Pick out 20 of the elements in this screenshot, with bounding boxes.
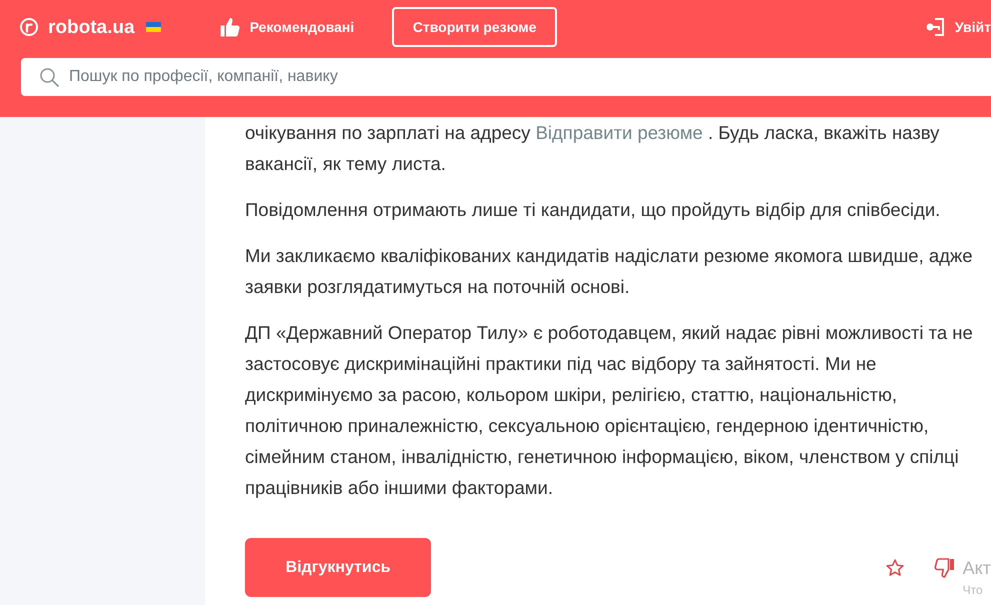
feedback-subtitle: Что (962, 583, 984, 597)
feedback-title: Акт (962, 558, 991, 578)
login-link[interactable]: Увійт (924, 16, 991, 38)
apply-button[interactable]: Відгукнутись (245, 538, 431, 597)
recommended-link[interactable]: Рекомендовані (220, 16, 354, 38)
thumbs-up-icon (220, 17, 241, 37)
search-field[interactable]: Пошук по професії, компанії, навику (21, 58, 991, 96)
description-paragraph: ДП «Державний Оператор Тилу» є роботодавцем, який надає рівні можливості та не застосовує дискримінаційні практики під час відбору та зайнятості. Ми не дискримінуємо за расою, кольором шкіри, релігією, статтю, національністю, політичною приналежністю, сексуальною орієнтацією, гендерною ідентичністю, сімейним станом, інвалідністю, генетичною інформацією, віком, членством у спілці працівників або іншими факторами. (245, 321, 974, 500)
login-icon (924, 17, 945, 37)
search-icon (40, 68, 59, 87)
description-paragraph: Ми закликаємо кваліфікованих кандидатів надіслати резюме якомога швидше, адже заявки розглядатимуться на поточній основі. (245, 244, 974, 299)
flag-icon (146, 22, 161, 32)
logo-link[interactable]: robota.ua (20, 18, 135, 36)
logo-icon (20, 18, 38, 36)
create-resume-button[interactable]: Створити резюме (392, 7, 558, 47)
star-icon[interactable] (884, 558, 905, 578)
description-paragraph: Повідомлення отримають лише ті кандидати, що пройдуть відбір для співбесіди. (245, 198, 942, 222)
description-paragraph: очікування по зарплаті на адресу Відправити резюме . Будь ласка, вкажіть назву вакансії, як тему листа. (245, 121, 940, 176)
thumbs-down-icon[interactable] (932, 558, 955, 579)
send-resume-link[interactable]: Відправити резюме (536, 122, 703, 143)
